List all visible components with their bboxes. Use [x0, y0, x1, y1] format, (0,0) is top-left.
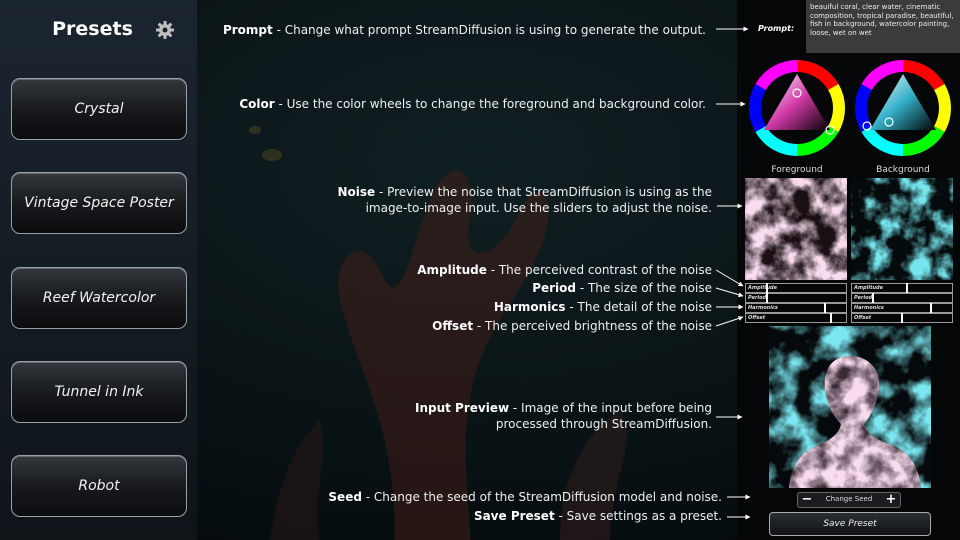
annotation-arrows: [715, 26, 751, 520]
arrow-amplitude: [715, 269, 744, 287]
app-root: Presets Crystal Vintage Space Poster Ree…: [0, 0, 960, 540]
arrow-offset: [715, 316, 744, 327]
arrow-period: [715, 287, 744, 298]
